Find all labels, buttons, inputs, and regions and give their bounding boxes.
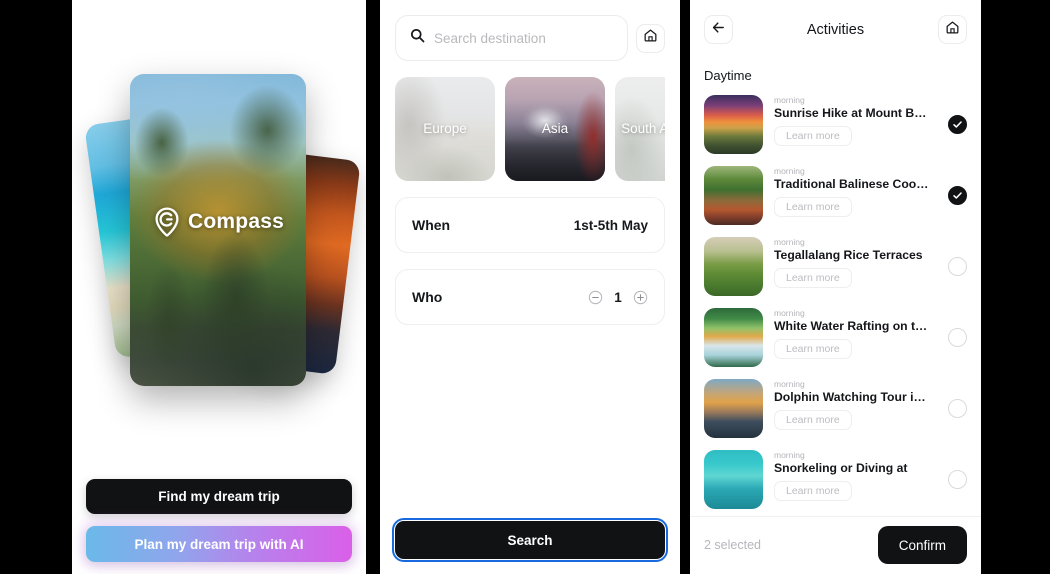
activity-details: morning Snorkeling or Diving at Learn mo… bbox=[774, 450, 933, 502]
search-input[interactable]: Search destination bbox=[434, 31, 546, 46]
section-heading-daytime: Daytime bbox=[704, 68, 752, 83]
activity-select-toggle[interactable] bbox=[948, 399, 967, 418]
search-icon bbox=[410, 28, 425, 48]
home-icon bbox=[945, 20, 960, 40]
activities-footer: 2 selected Confirm bbox=[690, 516, 981, 574]
activity-select-toggle[interactable] bbox=[948, 328, 967, 347]
search-panel: Search destination Europe Asia South A W… bbox=[380, 0, 680, 574]
home-button[interactable] bbox=[938, 15, 967, 44]
activity-row[interactable]: morning White Water Rafting on the... Le… bbox=[704, 302, 967, 373]
activity-select-toggle[interactable] bbox=[948, 470, 967, 489]
search-button[interactable]: Search bbox=[392, 518, 668, 562]
activity-thumbnail bbox=[704, 166, 763, 225]
activity-details: morning Sunrise Hike at Mount Batur Lear… bbox=[774, 95, 933, 147]
activity-name: Traditional Balinese Cooking... bbox=[774, 177, 933, 192]
learn-more-button[interactable]: Learn more bbox=[774, 197, 852, 218]
onboarding-cta-stack: Find my dream trip Plan my dream trip wi… bbox=[86, 479, 352, 562]
activity-row[interactable]: morning Dolphin Watching Tour in Lovina … bbox=[704, 373, 967, 444]
activity-time: morning bbox=[774, 95, 805, 105]
brand-name: Compass bbox=[188, 210, 284, 233]
screenshot-stage: Compass Find my dream trip Plan my dream… bbox=[0, 0, 1050, 574]
learn-more-button[interactable]: Learn more bbox=[774, 481, 852, 502]
destination-carousel[interactable]: Europe Asia South America bbox=[395, 77, 665, 181]
learn-more-button[interactable]: Learn more bbox=[774, 339, 852, 360]
activity-details: morning Dolphin Watching Tour in Lovina … bbox=[774, 379, 933, 431]
guest-stepper: 1 bbox=[588, 290, 648, 305]
who-field[interactable]: Who 1 bbox=[395, 269, 665, 325]
activity-row[interactable]: morning Snorkeling or Diving at Learn mo… bbox=[704, 444, 967, 515]
home-button[interactable] bbox=[636, 23, 665, 53]
activity-thumbnail bbox=[704, 237, 763, 296]
when-label: When bbox=[412, 217, 451, 233]
who-label: Who bbox=[412, 289, 443, 305]
when-field[interactable]: When 1st-5th May bbox=[395, 197, 665, 253]
destination-card-south-america[interactable]: South America bbox=[615, 77, 665, 181]
minus-circle-icon[interactable] bbox=[588, 290, 603, 305]
confirm-button[interactable]: Confirm bbox=[877, 526, 967, 564]
search-submit-wrapper: Search bbox=[392, 518, 668, 574]
plan-with-ai-button[interactable]: Plan my dream trip with AI bbox=[86, 526, 352, 562]
search-header-row: Search destination bbox=[395, 15, 665, 61]
activity-row[interactable]: morning Sunrise Hike at Mount Batur Lear… bbox=[704, 89, 967, 160]
activity-name: Tegallalang Rice Terraces bbox=[774, 248, 923, 263]
brand-logo: Compass bbox=[72, 207, 366, 237]
destination-label: Europe bbox=[423, 121, 467, 137]
activity-select-toggle[interactable] bbox=[948, 186, 967, 205]
activity-name: Dolphin Watching Tour in Lovina bbox=[774, 390, 933, 405]
map-pin-c-logo-icon bbox=[154, 207, 180, 237]
selected-count: 2 selected bbox=[704, 538, 761, 552]
search-input-wrapper[interactable]: Search destination bbox=[395, 15, 628, 61]
activity-thumbnail bbox=[704, 450, 763, 509]
back-button[interactable] bbox=[704, 15, 733, 44]
plus-circle-icon[interactable] bbox=[633, 290, 648, 305]
activity-name: Snorkeling or Diving at bbox=[774, 461, 908, 476]
hero-card-stack: Compass bbox=[72, 70, 366, 386]
check-icon bbox=[953, 192, 962, 199]
activity-time: morning bbox=[774, 166, 805, 176]
activity-row[interactable]: morning Tegallalang Rice Terraces Learn … bbox=[704, 231, 967, 302]
activity-select-toggle[interactable] bbox=[948, 115, 967, 134]
activity-details: morning Traditional Balinese Cooking... … bbox=[774, 166, 933, 218]
page-title: Activities bbox=[806, 21, 865, 38]
activities-panel: Activities Daytime morning Sunrise Hike … bbox=[690, 0, 981, 574]
when-value: 1st-5th May bbox=[573, 217, 648, 233]
destination-card-europe[interactable]: Europe bbox=[395, 77, 495, 181]
activity-time: morning bbox=[774, 450, 805, 460]
activity-select-toggle[interactable] bbox=[948, 257, 967, 276]
activity-time: morning bbox=[774, 237, 805, 247]
activity-time: morning bbox=[774, 308, 805, 318]
learn-more-button[interactable]: Learn more bbox=[774, 268, 852, 289]
activity-name: Sunrise Hike at Mount Batur bbox=[774, 106, 933, 121]
onboarding-panel: Compass Find my dream trip Plan my dream… bbox=[72, 0, 366, 574]
find-my-dream-trip-button[interactable]: Find my dream trip bbox=[86, 479, 352, 514]
activity-thumbnail bbox=[704, 308, 763, 367]
activity-time: morning bbox=[774, 379, 805, 389]
activity-thumbnail bbox=[704, 379, 763, 438]
destination-label: Asia bbox=[541, 121, 569, 137]
learn-more-button[interactable]: Learn more bbox=[774, 126, 852, 147]
activity-name: White Water Rafting on the... bbox=[774, 319, 933, 334]
arrow-left-icon bbox=[711, 20, 726, 40]
activity-thumbnail bbox=[704, 95, 763, 154]
activity-row[interactable]: morning Traditional Balinese Cooking... … bbox=[704, 160, 967, 231]
activities-header: Activities bbox=[704, 15, 967, 44]
activity-details: morning Tegallalang Rice Terraces Learn … bbox=[774, 237, 933, 289]
guest-count: 1 bbox=[614, 289, 622, 305]
home-icon bbox=[643, 28, 658, 48]
learn-more-button[interactable]: Learn more bbox=[774, 410, 852, 431]
destination-card-asia[interactable]: Asia bbox=[505, 77, 605, 181]
activities-list[interactable]: morning Sunrise Hike at Mount Batur Lear… bbox=[704, 89, 967, 516]
activity-details: morning White Water Rafting on the... Le… bbox=[774, 308, 933, 360]
check-icon bbox=[953, 121, 962, 128]
destination-label: South America bbox=[621, 121, 665, 137]
